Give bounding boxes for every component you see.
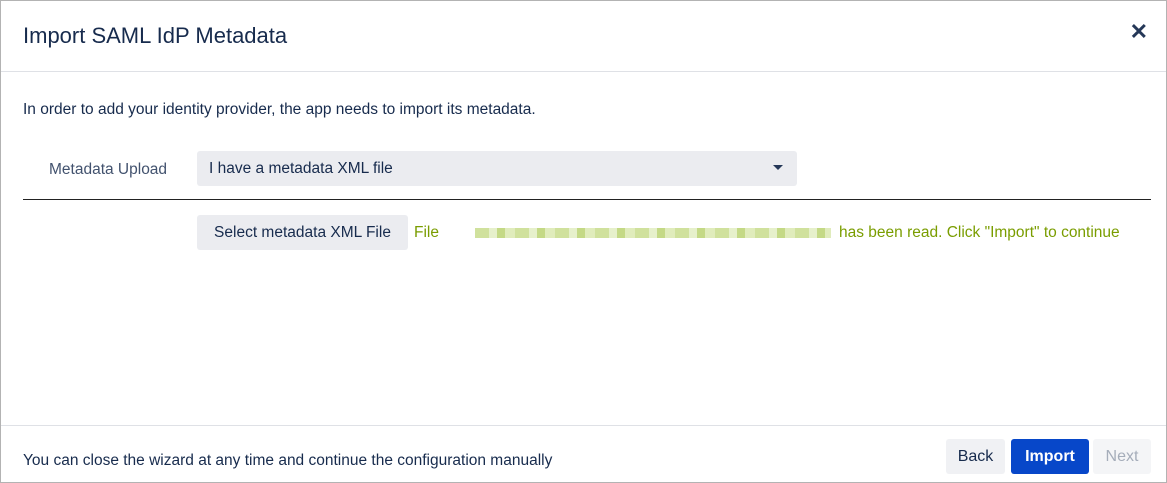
select-metadata-file-button[interactable]: Select metadata XML File xyxy=(197,215,408,250)
dialog-title: Import SAML IdP Metadata xyxy=(23,23,288,48)
file-status-message: File has been read. Click "Import" to co… xyxy=(414,224,1120,242)
close-icon[interactable]: ✕ xyxy=(1130,19,1148,45)
chevron-down-icon xyxy=(773,165,783,170)
metadata-upload-value: I have a metadata XML file xyxy=(209,160,393,177)
divider xyxy=(23,199,1151,200)
dialog-footer: You can close the wizard at any time and… xyxy=(1,425,1166,483)
import-button[interactable]: Import xyxy=(1011,439,1089,474)
next-button[interactable]: Next xyxy=(1093,439,1151,474)
dialog-header: Import SAML IdP Metadata ✕ xyxy=(1,1,1166,72)
intro-text: In order to add your identity provider, … xyxy=(23,101,536,118)
redacted-filename xyxy=(474,228,831,238)
back-button[interactable]: Back xyxy=(946,439,1005,474)
footer-note: You can close the wizard at any time and… xyxy=(23,452,553,469)
import-saml-dialog: Import SAML IdP Metadata ✕ In order to a… xyxy=(0,0,1167,483)
metadata-upload-select[interactable]: I have a metadata XML file xyxy=(197,151,797,186)
file-status-text: has been read. Click "Import" to continu… xyxy=(838,224,1120,241)
file-prefix: File xyxy=(414,224,439,241)
metadata-upload-label: Metadata Upload xyxy=(49,161,168,178)
